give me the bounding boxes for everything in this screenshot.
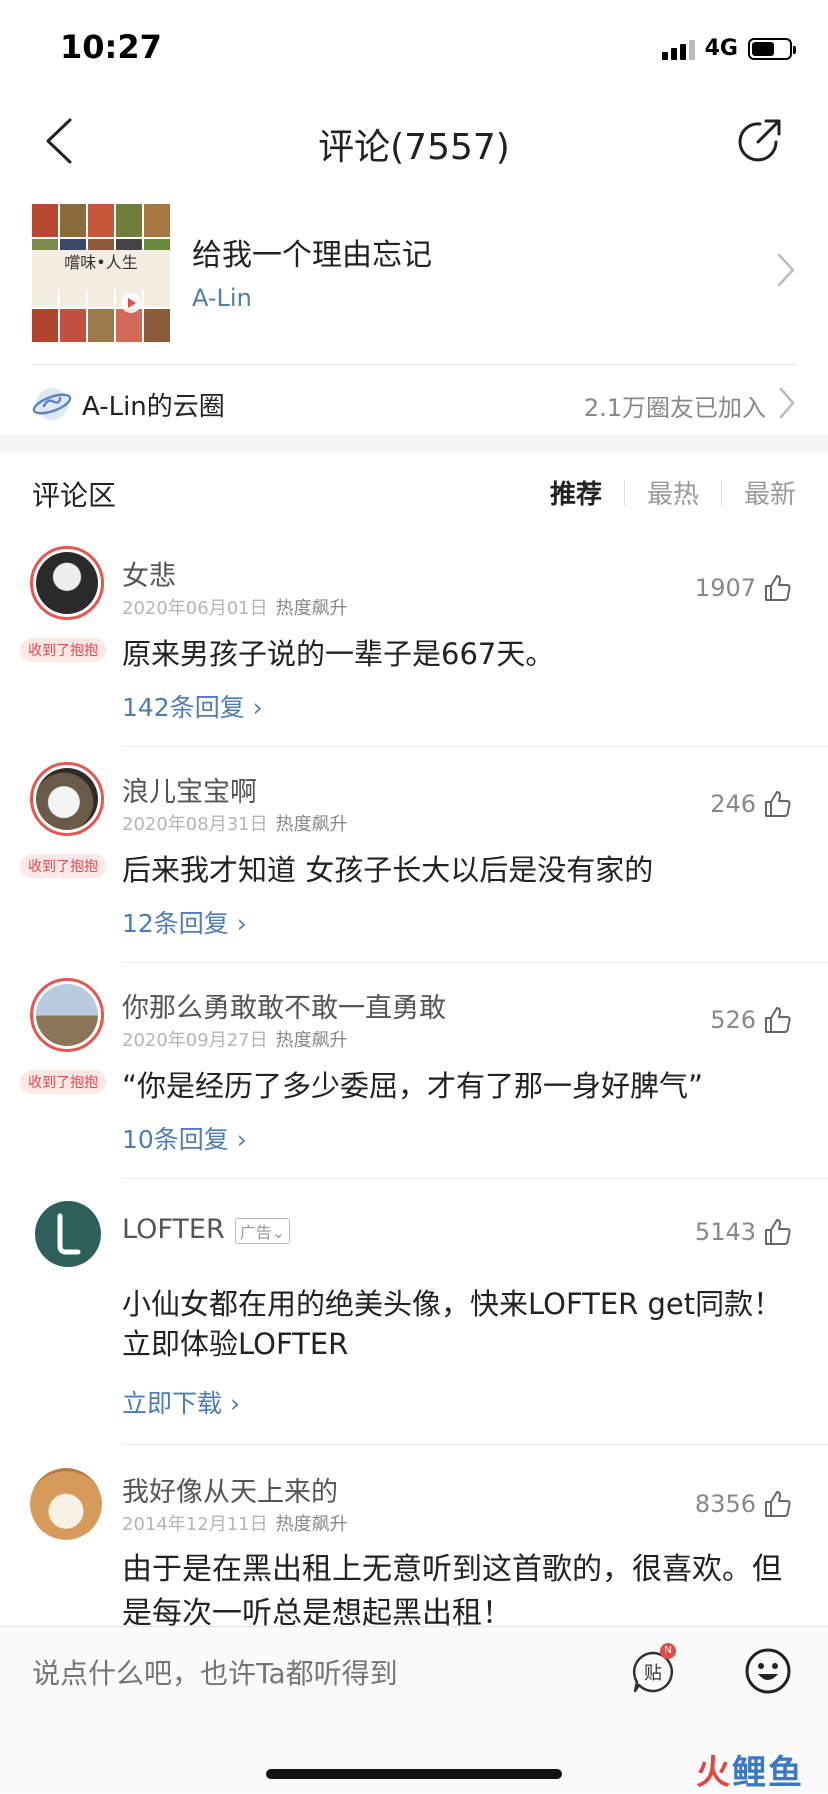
cloud-circle-label: A-Lin的云圈 — [82, 392, 225, 422]
comment-meta: 2020年06月01日 热度飙升 — [122, 594, 348, 620]
comment-hot-tag: 热度飙升 — [275, 1030, 348, 1051]
status-indicators: 4G — [661, 36, 796, 61]
comment-date: 2020年08月31日 — [122, 814, 268, 835]
comment-meta: 2014年12月11日 热度飙升 — [122, 1510, 348, 1536]
thumb-up-icon — [765, 575, 791, 601]
comments-header: 评论区 推荐 最热 最新 — [32, 470, 796, 520]
divider — [32, 364, 796, 365]
avatar[interactable] — [30, 762, 104, 836]
song-title: 给我一个理由忘记 — [192, 238, 432, 273]
cover-title: 嚐味•人生 — [32, 250, 170, 290]
thumb-up-icon — [765, 1491, 791, 1517]
network-type: 4G — [704, 36, 738, 61]
cloud-circle-icon — [32, 388, 72, 420]
ad-download-link[interactable]: 立即下载 › — [122, 1384, 240, 1420]
ad-text-line1: 小仙女都在用的绝美头像，快来LOFTER get同款！ — [122, 1287, 783, 1321]
status-time: 10:27 — [60, 28, 162, 66]
comment-text: “你是经历了多少委屈，才有了那一身好脾气” — [122, 1069, 704, 1103]
chevron-right-icon — [779, 387, 795, 419]
like-count: 5143 — [694, 1218, 756, 1246]
thumb-up-icon — [765, 1219, 791, 1245]
emoji-icon[interactable] — [744, 1647, 792, 1695]
hug-badge: 收到了抱抱 — [20, 854, 106, 878]
comment-hot-tag: 热度飙升 — [275, 814, 348, 835]
comment-item: 收到了抱抱 浪儿宝宝啊 2020年08月31日 热度飙升 246 后来我才知道 女… — [0, 756, 828, 966]
comment-meta: 2020年09月27日 热度飙升 — [122, 1026, 348, 1052]
sort-tabs: 推荐 最热 最新 — [528, 474, 796, 511]
comment-text: 后来我才知道 女孩子长大以后是没有家的 — [122, 853, 654, 887]
section-gap — [0, 434, 828, 452]
battery-icon — [748, 37, 796, 60]
like-button[interactable]: 5143 — [695, 1216, 794, 1248]
thumb-up-icon — [765, 791, 791, 817]
comment-date: 2020年06月01日 — [122, 598, 268, 619]
comment-date: 2020年09月27日 — [122, 1030, 268, 1051]
watermark-part2: 鲤鱼 — [732, 1753, 804, 1793]
avatar[interactable] — [30, 978, 104, 1052]
album-cover: 嚐味•人生 — [32, 204, 170, 342]
comment-item: 收到了抱抱 女悲 2020年06月01日 热度飙升 1907 原来男孩子说的一辈子… — [0, 540, 828, 750]
nav-bar: 评论(7557) — [0, 96, 828, 186]
song-artist[interactable]: A-Lin — [192, 284, 252, 312]
replies-link[interactable]: 142条回复 › — [122, 688, 263, 724]
avatar[interactable] — [30, 546, 104, 620]
song-card[interactable]: 嚐味•人生 给我一个理由忘记 A-Lin — [32, 200, 796, 348]
comment-text: 由于是在黑出租上无意听到这首歌的，很喜欢。但是每次一听总是想起黑出租！ — [122, 1552, 782, 1626]
comment-meta: 2020年08月31日 热度飙升 — [122, 810, 348, 836]
like-button[interactable]: 8356 — [695, 1488, 794, 1520]
comment-input-bar: 贴 N 火鲤鱼 — [0, 1626, 828, 1793]
like-button[interactable]: 526 — [710, 1004, 794, 1036]
comment-username[interactable]: 你那么勇敢敢不敢一直勇敢 — [122, 986, 446, 1025]
chevron-right-icon — [777, 253, 795, 287]
share-icon[interactable] — [732, 112, 788, 168]
replies-link[interactable]: 10条回复 › — [122, 1120, 247, 1156]
status-bar: 10:27 4G — [0, 0, 828, 96]
thumb-up-icon — [765, 1007, 791, 1033]
ad-text-line2: 立即体验LOFTER — [122, 1327, 349, 1361]
signal-icon — [661, 38, 695, 60]
watermark: 火鲤鱼 — [696, 1745, 804, 1794]
like-count: 1907 — [694, 574, 756, 602]
hug-badge: 收到了抱抱 — [20, 638, 106, 662]
ad-name: LOFTER 广告⌄ — [122, 1214, 291, 1245]
avatar[interactable] — [30, 1468, 102, 1540]
like-button[interactable]: 1907 — [695, 572, 794, 604]
replies-link[interactable]: 12条回复 › — [122, 904, 247, 940]
comment-hot-tag: 热度飙升 — [275, 598, 348, 619]
sort-tab-recommended[interactable]: 推荐 — [528, 474, 602, 511]
hug-badge: 收到了抱抱 — [20, 1070, 106, 1094]
watermark-part1: 火 — [696, 1753, 732, 1793]
cloud-circle-joined: 2.1万圈友已加入 — [583, 394, 766, 422]
like-count: 526 — [710, 1006, 756, 1034]
comment-input[interactable] — [32, 1657, 592, 1690]
comment-item: 收到了抱抱 你那么勇敢敢不敢一直勇敢 2020年09月27日 热度飙升 526 “… — [0, 972, 828, 1182]
play-icon — [121, 293, 141, 313]
comments-section-title: 评论区 — [32, 479, 117, 512]
sort-tab-newest[interactable]: 最新 — [722, 474, 796, 511]
divider — [122, 1444, 828, 1445]
comment-username[interactable]: 女悲 — [122, 554, 176, 593]
sticker-badge: N — [660, 1643, 676, 1659]
ad-item: LOFTER 广告⌄ 5143 小仙女都在用的绝美头像，快来LOFTER get同… — [0, 1188, 828, 1450]
divider — [122, 962, 828, 963]
page-title: 评论(7557) — [318, 127, 510, 168]
ad-label[interactable]: 广告⌄ — [234, 1217, 291, 1244]
like-button[interactable]: 246 — [710, 788, 794, 820]
divider — [122, 746, 828, 747]
comment-username[interactable]: 浪儿宝宝啊 — [122, 770, 257, 809]
like-count: 246 — [710, 790, 756, 818]
lofter-logo-icon[interactable] — [34, 1200, 102, 1268]
home-indicator — [266, 1769, 562, 1779]
comment-item: 我好像从天上来的 2014年12月11日 热度飙升 8356 由于是在黑出租上无意… — [0, 1456, 828, 1626]
comment-text: 原来男孩子说的一辈子是667天。 — [122, 637, 555, 671]
comment-hot-tag: 热度飙升 — [275, 1514, 348, 1535]
comment-date: 2014年12月11日 — [122, 1514, 268, 1535]
cloud-circle-row[interactable]: A-Lin的云圈 2.1万圈友已加入 — [32, 376, 796, 436]
sticker-label: 贴 — [644, 1663, 662, 1684]
comment-username[interactable]: 我好像从天上来的 — [122, 1470, 338, 1509]
sort-tab-hottest[interactable]: 最热 — [625, 474, 699, 511]
divider — [122, 1178, 828, 1179]
ad-username[interactable]: LOFTER — [122, 1214, 225, 1245]
like-count: 8356 — [694, 1490, 756, 1518]
